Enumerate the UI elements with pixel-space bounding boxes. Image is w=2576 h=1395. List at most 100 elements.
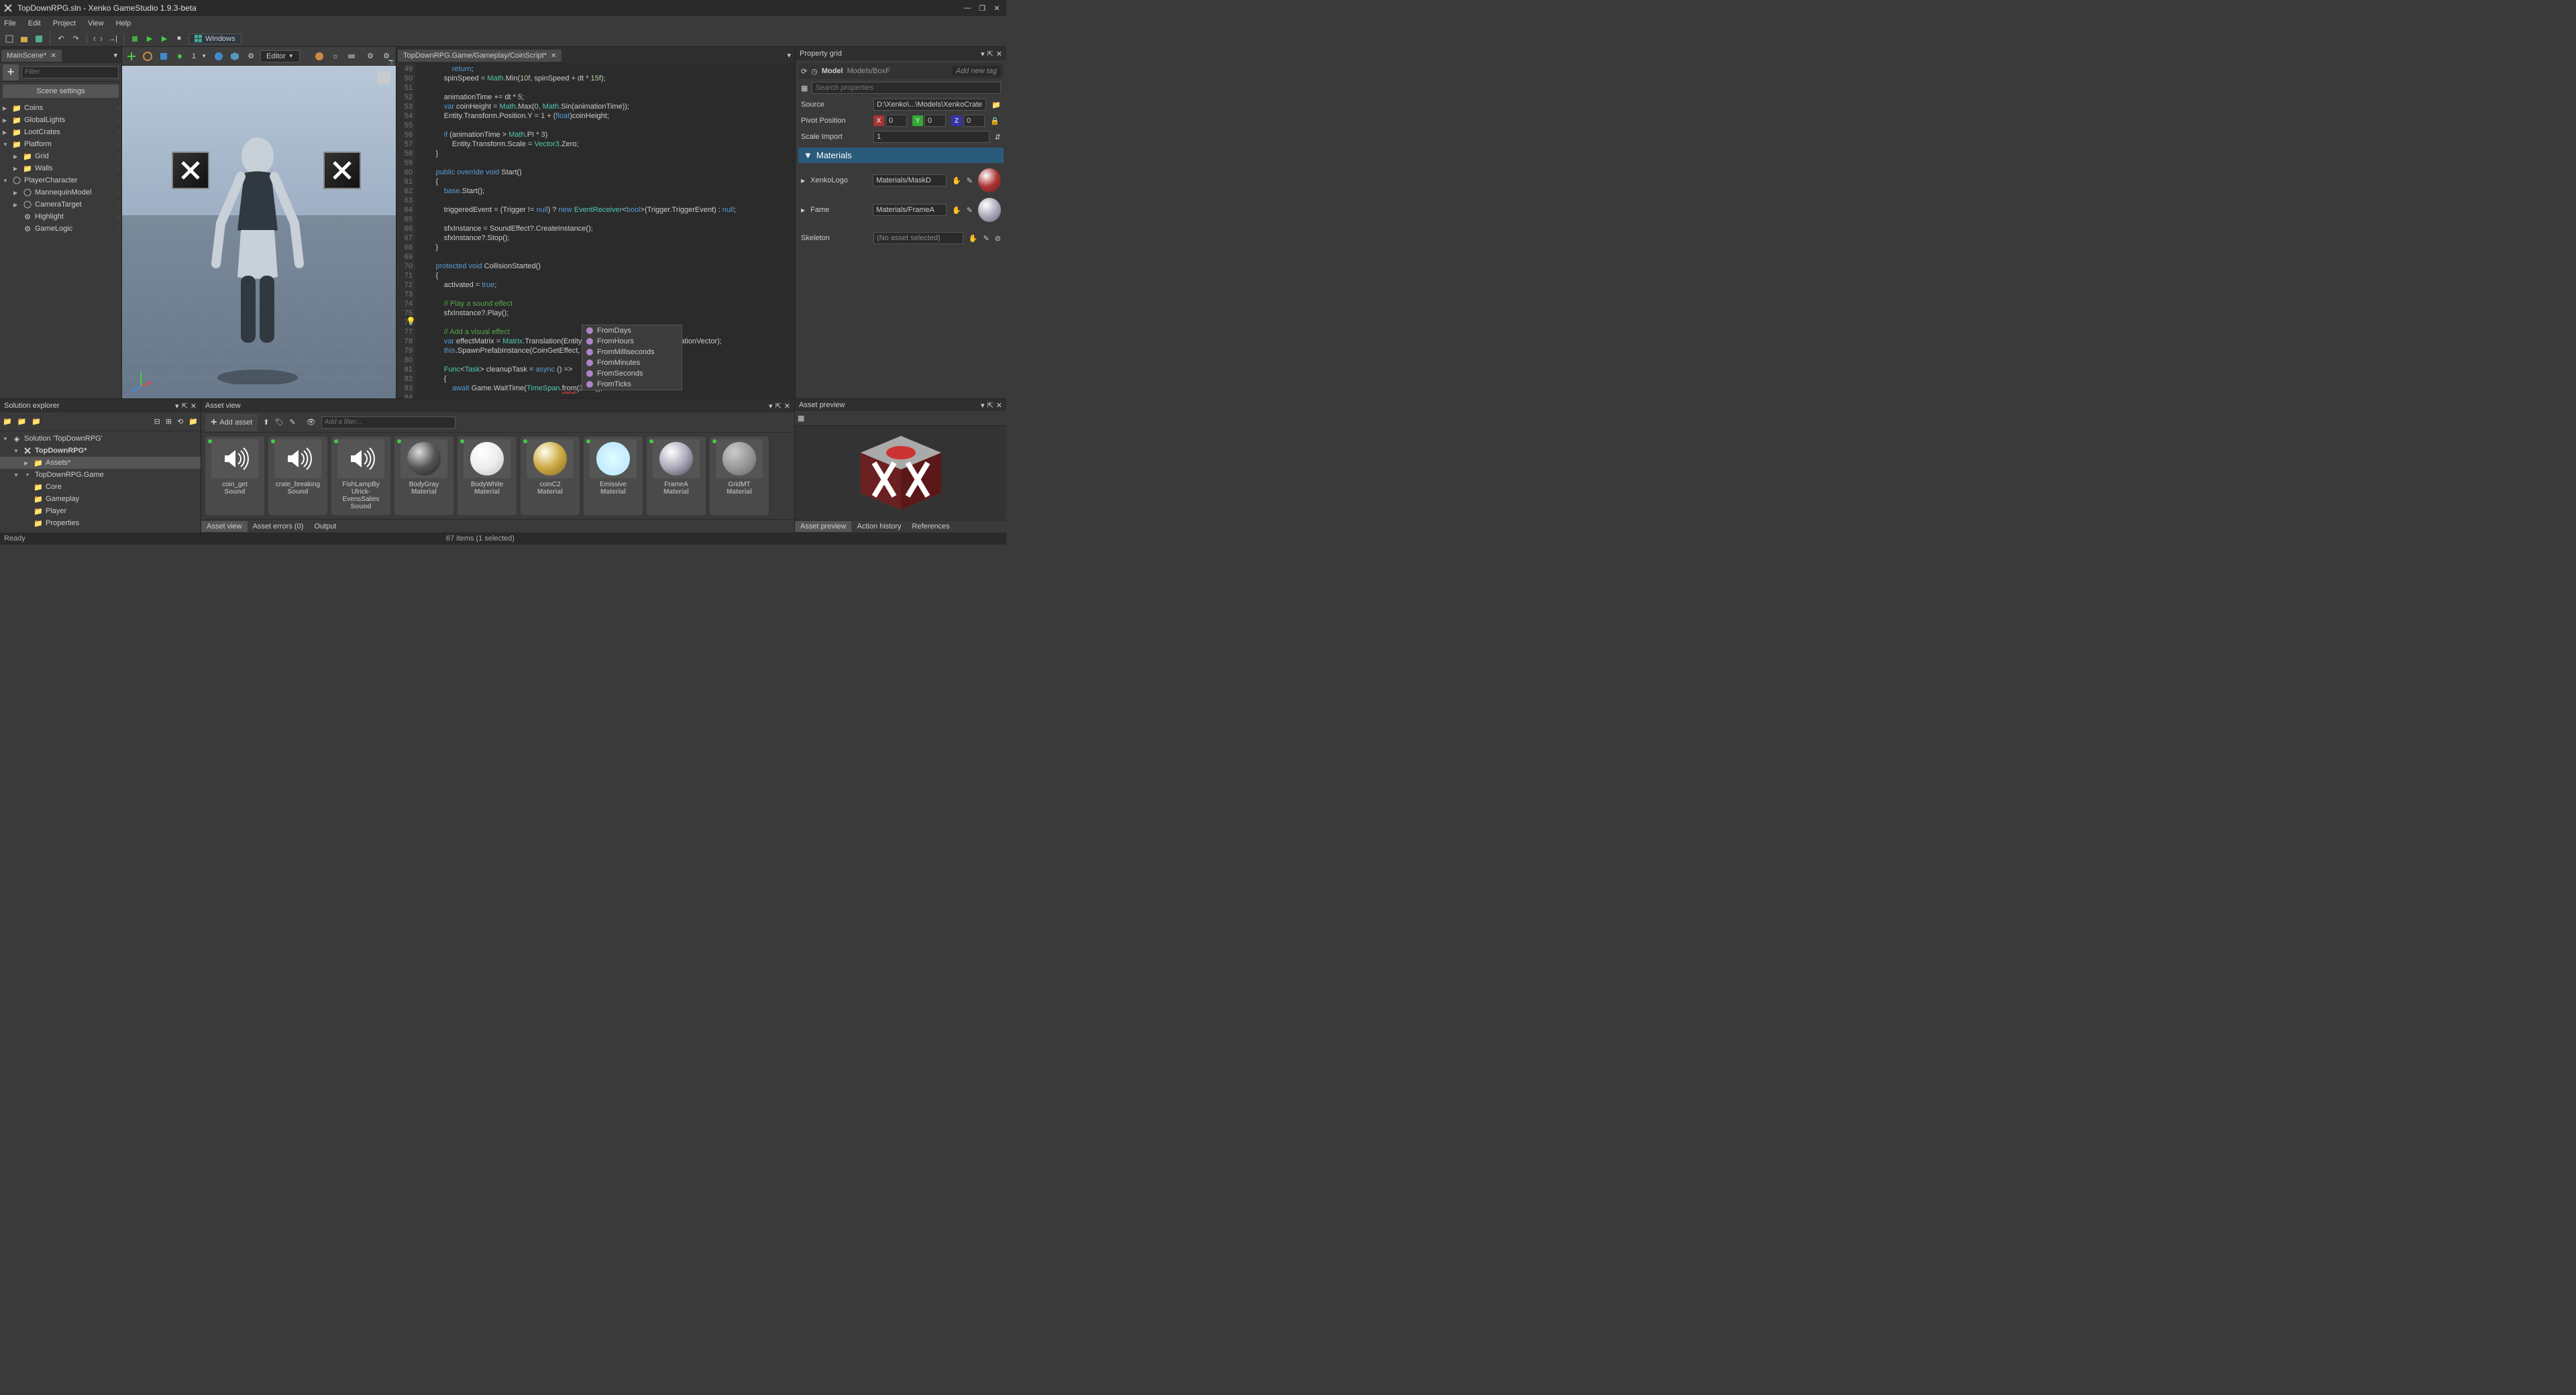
world-icon[interactable] — [212, 50, 225, 63]
close-icon[interactable]: ✕ — [551, 52, 556, 60]
tree-item[interactable]: ▼▪TopDownRPG.Game — [0, 469, 201, 481]
pin-icon[interactable]: ⇱ — [987, 50, 994, 58]
tab-asset-view[interactable]: Asset view — [201, 521, 248, 532]
asset-item[interactable]: FrameAMaterial — [647, 437, 706, 515]
grid-icon[interactable]: ▦ — [801, 84, 808, 93]
build-icon[interactable] — [129, 34, 140, 44]
asset-item[interactable]: FishLampByUlrick-EvensSaliesSound — [331, 437, 390, 515]
close-icon[interactable]: ✕ — [996, 50, 1002, 58]
intellisense-item[interactable]: FromMinutes — [582, 357, 682, 368]
viewport-3d[interactable] — [122, 66, 396, 398]
edit-icon[interactable]: ✎ — [967, 176, 973, 185]
tab-asset-errors[interactable]: Asset errors (0) — [248, 521, 309, 532]
dropdown-icon[interactable]: ▾ — [769, 402, 773, 410]
intellisense-item[interactable]: FromHours — [582, 336, 682, 347]
skeleton-input[interactable] — [873, 232, 963, 244]
tab-dropdown-icon[interactable]: ▾ — [111, 51, 120, 60]
preview-viewport[interactable] — [795, 426, 1006, 520]
scale-gizmo-icon[interactable] — [157, 50, 170, 63]
folder-icon[interactable]: 📁 — [32, 417, 41, 426]
edit-icon[interactable]: ✎ — [289, 418, 295, 427]
tab-output[interactable]: Output — [309, 521, 341, 532]
pin-icon[interactable]: ⇱ — [775, 402, 782, 410]
tree-arrow[interactable]: ▶ — [13, 202, 20, 208]
menu-edit[interactable]: Edit — [28, 19, 41, 27]
tree-item[interactable]: ▶📁Walls› — [0, 162, 121, 174]
scene-filter-input[interactable] — [21, 66, 119, 78]
tree-arrow[interactable]: ▶ — [3, 129, 9, 135]
tree-item[interactable]: ▶📁Coins› — [0, 102, 121, 114]
folder-icon[interactable]: 📁 — [189, 417, 198, 426]
dropdown-icon[interactable]: ▾ — [981, 401, 985, 410]
stepper-icon[interactable]: ⇵ — [995, 133, 1001, 142]
refresh-icon[interactable]: ⟳ — [801, 67, 807, 76]
redo-icon[interactable]: ↷ — [70, 34, 81, 44]
chevron-right-icon[interactable]: ▶ — [801, 178, 805, 184]
asset-item[interactable]: coinC2Material — [521, 437, 580, 515]
code-editor[interactable]: 49 50 51 52 53 54 55 56 57 58 59 60 61 6… — [396, 63, 795, 398]
scale-input[interactable] — [873, 131, 989, 143]
tree-item[interactable]: ▶📁Grid› — [0, 150, 121, 162]
dropdown-icon[interactable]: ▾ — [175, 402, 179, 410]
menu-project[interactable]: Project — [53, 19, 76, 27]
asset-item[interactable]: BodyGrayMaterial — [394, 437, 453, 515]
asset-item[interactable]: coin_getSound — [205, 437, 264, 515]
tree-item[interactable]: 📁Player — [0, 505, 201, 517]
material-value-input[interactable] — [873, 174, 947, 186]
save-icon[interactable] — [34, 34, 44, 44]
platform-selector[interactable]: Windows — [189, 34, 241, 44]
folder-icon[interactable]: 📁 — [17, 417, 27, 426]
tree-arrow[interactable]: ▶ — [13, 166, 20, 172]
tree-arrow[interactable]: ▼ — [13, 472, 20, 478]
tab-mainscene[interactable]: MainScene* ✕ — [1, 50, 62, 62]
asset-item[interactable]: BodyWhiteMaterial — [458, 437, 517, 515]
sync-icon[interactable]: ⟲ — [177, 417, 183, 426]
tree-item[interactable]: ⚙Highlight› — [0, 211, 121, 223]
tree-arrow[interactable]: ▶ — [3, 117, 9, 123]
pivot-z-input[interactable] — [963, 115, 985, 127]
minimize-button[interactable]: — — [961, 1, 974, 15]
chevron-right-icon[interactable]: ▶ — [801, 207, 805, 213]
close-icon[interactable]: ✕ — [50, 52, 56, 60]
tree-arrow[interactable]: ▶ — [3, 105, 9, 111]
browse-icon[interactable]: 📁 — [991, 101, 1001, 109]
search-properties-input[interactable] — [812, 82, 1001, 94]
rotate-gizmo-icon[interactable] — [141, 50, 154, 63]
menu-help[interactable]: Help — [116, 19, 131, 27]
scene-settings-button[interactable]: Scene settings — [3, 85, 119, 98]
tree-item[interactable]: ▼TopDownRPG* — [0, 445, 201, 457]
pivot-x-input[interactable] — [885, 115, 907, 127]
import-icon[interactable]: ⬆ — [263, 418, 269, 427]
snap-icon[interactable] — [173, 50, 186, 63]
script-icon[interactable]: →| — [107, 34, 118, 44]
pivot-y-input[interactable] — [924, 115, 946, 127]
stop-icon[interactable]: ⏹ — [174, 34, 184, 44]
tree-arrow[interactable]: ▶ — [13, 154, 20, 160]
tree-item[interactable]: ⚙GameLogic› — [0, 223, 121, 235]
render-mode-icon[interactable] — [313, 50, 326, 63]
close-button[interactable]: ✕ — [990, 1, 1004, 15]
materials-section-header[interactable]: ▼ Materials — [798, 148, 1004, 163]
add-asset-button[interactable]: + Add asset — [205, 414, 258, 431]
tree-arrow[interactable]: ▼ — [13, 448, 20, 454]
open-icon[interactable] — [19, 34, 30, 44]
close-icon[interactable]: ✕ — [191, 402, 197, 410]
tree-item[interactable]: ▼📁Platform› — [0, 138, 121, 150]
asset-filter-input[interactable] — [321, 416, 455, 429]
tab-coinscript[interactable]: TopDownRPG.Game/Gameplay/CoinScript* ✕ — [398, 50, 561, 62]
tree-item[interactable]: ▼PlayerCharacter› — [0, 174, 121, 186]
folder-icon[interactable]: 📁 — [3, 417, 12, 426]
pin-icon[interactable]: ⇱ — [987, 401, 994, 410]
menu-view[interactable]: View — [88, 19, 104, 27]
lock-icon[interactable]: 🔒 — [990, 117, 1000, 125]
play-icon[interactable]: ▶ — [144, 34, 155, 44]
edit-icon[interactable]: ✎ — [983, 234, 989, 243]
intellisense-item[interactable]: FromSeconds — [582, 368, 682, 379]
camera-settings-icon[interactable]: ⚙📷 — [380, 50, 393, 63]
add-entity-button[interactable]: + — [3, 64, 19, 80]
tree-item[interactable]: 📁Core — [0, 481, 201, 493]
eye-icon[interactable]: 👁 — [307, 418, 316, 427]
tree-arrow[interactable]: ▶ — [24, 460, 31, 466]
tree-item[interactable]: 📁Gameplay — [0, 493, 201, 505]
close-icon[interactable]: ✕ — [996, 401, 1002, 410]
